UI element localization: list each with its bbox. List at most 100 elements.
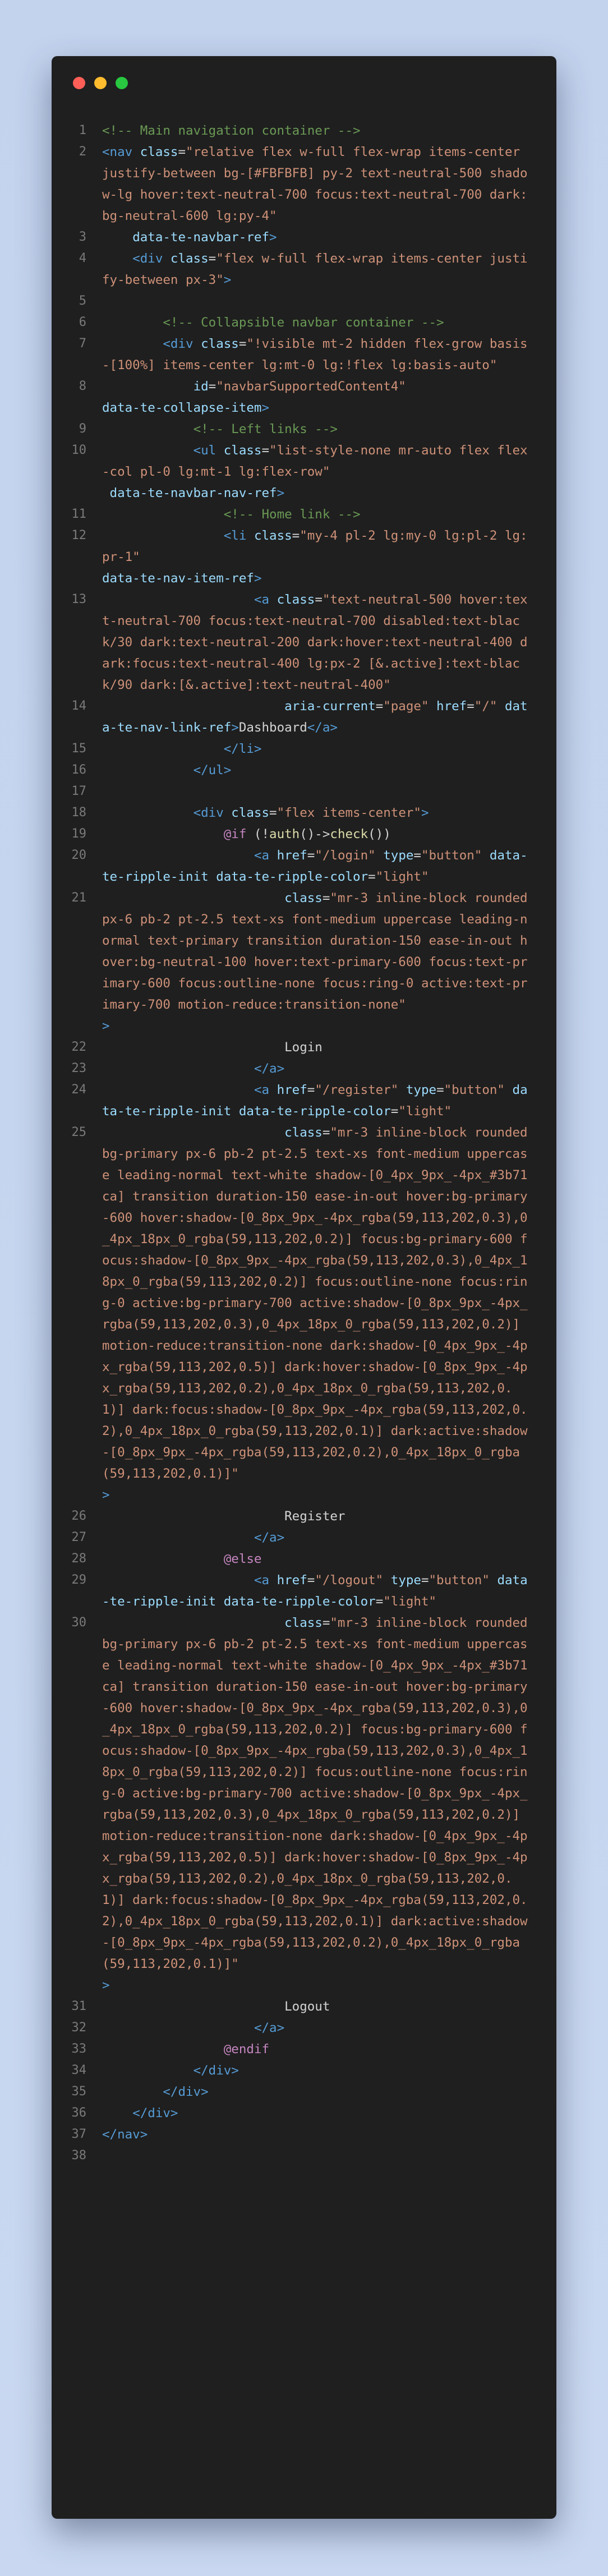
- code-token: Register: [284, 1509, 346, 1524]
- code-token: "/login": [315, 848, 376, 863]
- code-token: "mr-3 inline-block rounded bg-primary px…: [102, 1616, 536, 1971]
- code-token: =: [467, 699, 475, 714]
- line-source: <!-- Collapsible navbar container -->: [102, 312, 528, 333]
- code-line: 30 class="mr-3 inline-block rounded bg-p…: [52, 1612, 556, 1996]
- code-token: data-te-collapse-item: [102, 401, 262, 415]
- code-line: 15 </li>: [52, 738, 556, 760]
- code-token: aria-current: [284, 699, 376, 714]
- code-token: class: [140, 145, 178, 159]
- code-token: =: [322, 1616, 330, 1630]
- code-line: 28 @else: [52, 1548, 556, 1570]
- code-token: "mr-3 inline-block rounded bg-primary px…: [102, 1125, 536, 1481]
- line-number: 17: [71, 784, 87, 798]
- code-line: 7 <div class="!visible mt-2 hidden flex-…: [52, 333, 556, 376]
- code-line: 26 Register: [52, 1506, 556, 1527]
- code-token: class: [231, 806, 270, 820]
- code-token: "button": [444, 1083, 505, 1097]
- close-window-dot[interactable]: [73, 77, 85, 89]
- code-token: @else: [223, 1552, 262, 1566]
- code-token: >: [254, 571, 262, 586]
- line-number: 2: [79, 145, 86, 159]
- code-token: href: [277, 1083, 307, 1097]
- code-token: <a: [254, 848, 277, 863]
- code-line: 22 Login: [52, 1037, 556, 1058]
- code-token: >: [223, 273, 232, 287]
- code-token: >: [261, 401, 270, 415]
- code-token: =: [413, 848, 421, 863]
- line-source: <!-- Main navigation container -->: [102, 120, 528, 141]
- code-token: =: [322, 1125, 330, 1140]
- code-token: <nav: [102, 145, 140, 159]
- line-number: 1: [79, 123, 86, 137]
- line-source: @if (!auth()->check()): [102, 824, 528, 845]
- line-source: id="navbarSupportedContent4" data-te-col…: [102, 376, 528, 418]
- code-token: =: [292, 528, 300, 543]
- code-token: class: [277, 592, 315, 607]
- line-source: </li>: [102, 738, 528, 760]
- code-line: 34 </div>: [52, 2060, 556, 2081]
- code-token: =: [238, 337, 247, 351]
- code-line: 29 <a href="/logout" type="button" data-…: [52, 1570, 556, 1612]
- line-number: 33: [71, 2042, 87, 2056]
- code-token: type: [383, 848, 414, 863]
- maximize-window-dot[interactable]: [116, 77, 128, 89]
- code-token: =: [307, 1083, 315, 1097]
- code-token: =: [421, 1573, 429, 1588]
- code-token: "light": [375, 870, 429, 884]
- code-token: data-te-navbar-nav-ref: [109, 486, 277, 500]
- code-token: class: [254, 528, 292, 543]
- code-token: "button": [429, 1573, 490, 1588]
- code-token: data-te-ripple-color: [223, 1594, 376, 1609]
- code-window: 1 <!-- Main navigation container --> 2 <nav…: [52, 56, 556, 2519]
- code-line: 11 <!-- Home link -->: [52, 504, 556, 525]
- code-token: >: [102, 1488, 110, 1502]
- code-line: 5: [52, 291, 556, 312]
- code-token: >: [231, 720, 239, 735]
- code-line: 13 <a class="text-neutral-500 hover:text…: [52, 589, 556, 696]
- code-token: check: [330, 827, 369, 841]
- code-line: 31 Logout: [52, 1996, 556, 2017]
- code-token: =: [269, 806, 277, 820]
- code-token: href: [277, 848, 307, 863]
- line-source: <a href="/logout" type="button" data-te-…: [102, 1570, 528, 1612]
- line-number: 38: [71, 2149, 87, 2163]
- code-token: >: [421, 806, 429, 820]
- code-line: 10 <ul class="list-style-none mr-auto fl…: [52, 440, 556, 504]
- line-number: 10: [71, 443, 87, 457]
- line-source: [102, 291, 528, 312]
- code-token: =: [315, 592, 323, 607]
- code-token: =: [208, 379, 217, 394]
- code-token: data-te-nav-item-ref: [102, 571, 254, 586]
- code-token: >: [277, 486, 285, 500]
- line-source: <ul class="list-style-none mr-auto flex …: [102, 440, 528, 504]
- code-token: ()): [368, 827, 391, 841]
- code-token: "light": [383, 1594, 437, 1609]
- code-line: 35 </div>: [52, 2081, 556, 2103]
- minimize-window-dot[interactable]: [94, 77, 107, 89]
- line-number: 26: [71, 1509, 87, 1523]
- code-line: 36 </div>: [52, 2103, 556, 2124]
- line-source: <div class="flex w-full flex-wrap items-…: [102, 248, 528, 291]
- code-token: "/register": [315, 1083, 399, 1097]
